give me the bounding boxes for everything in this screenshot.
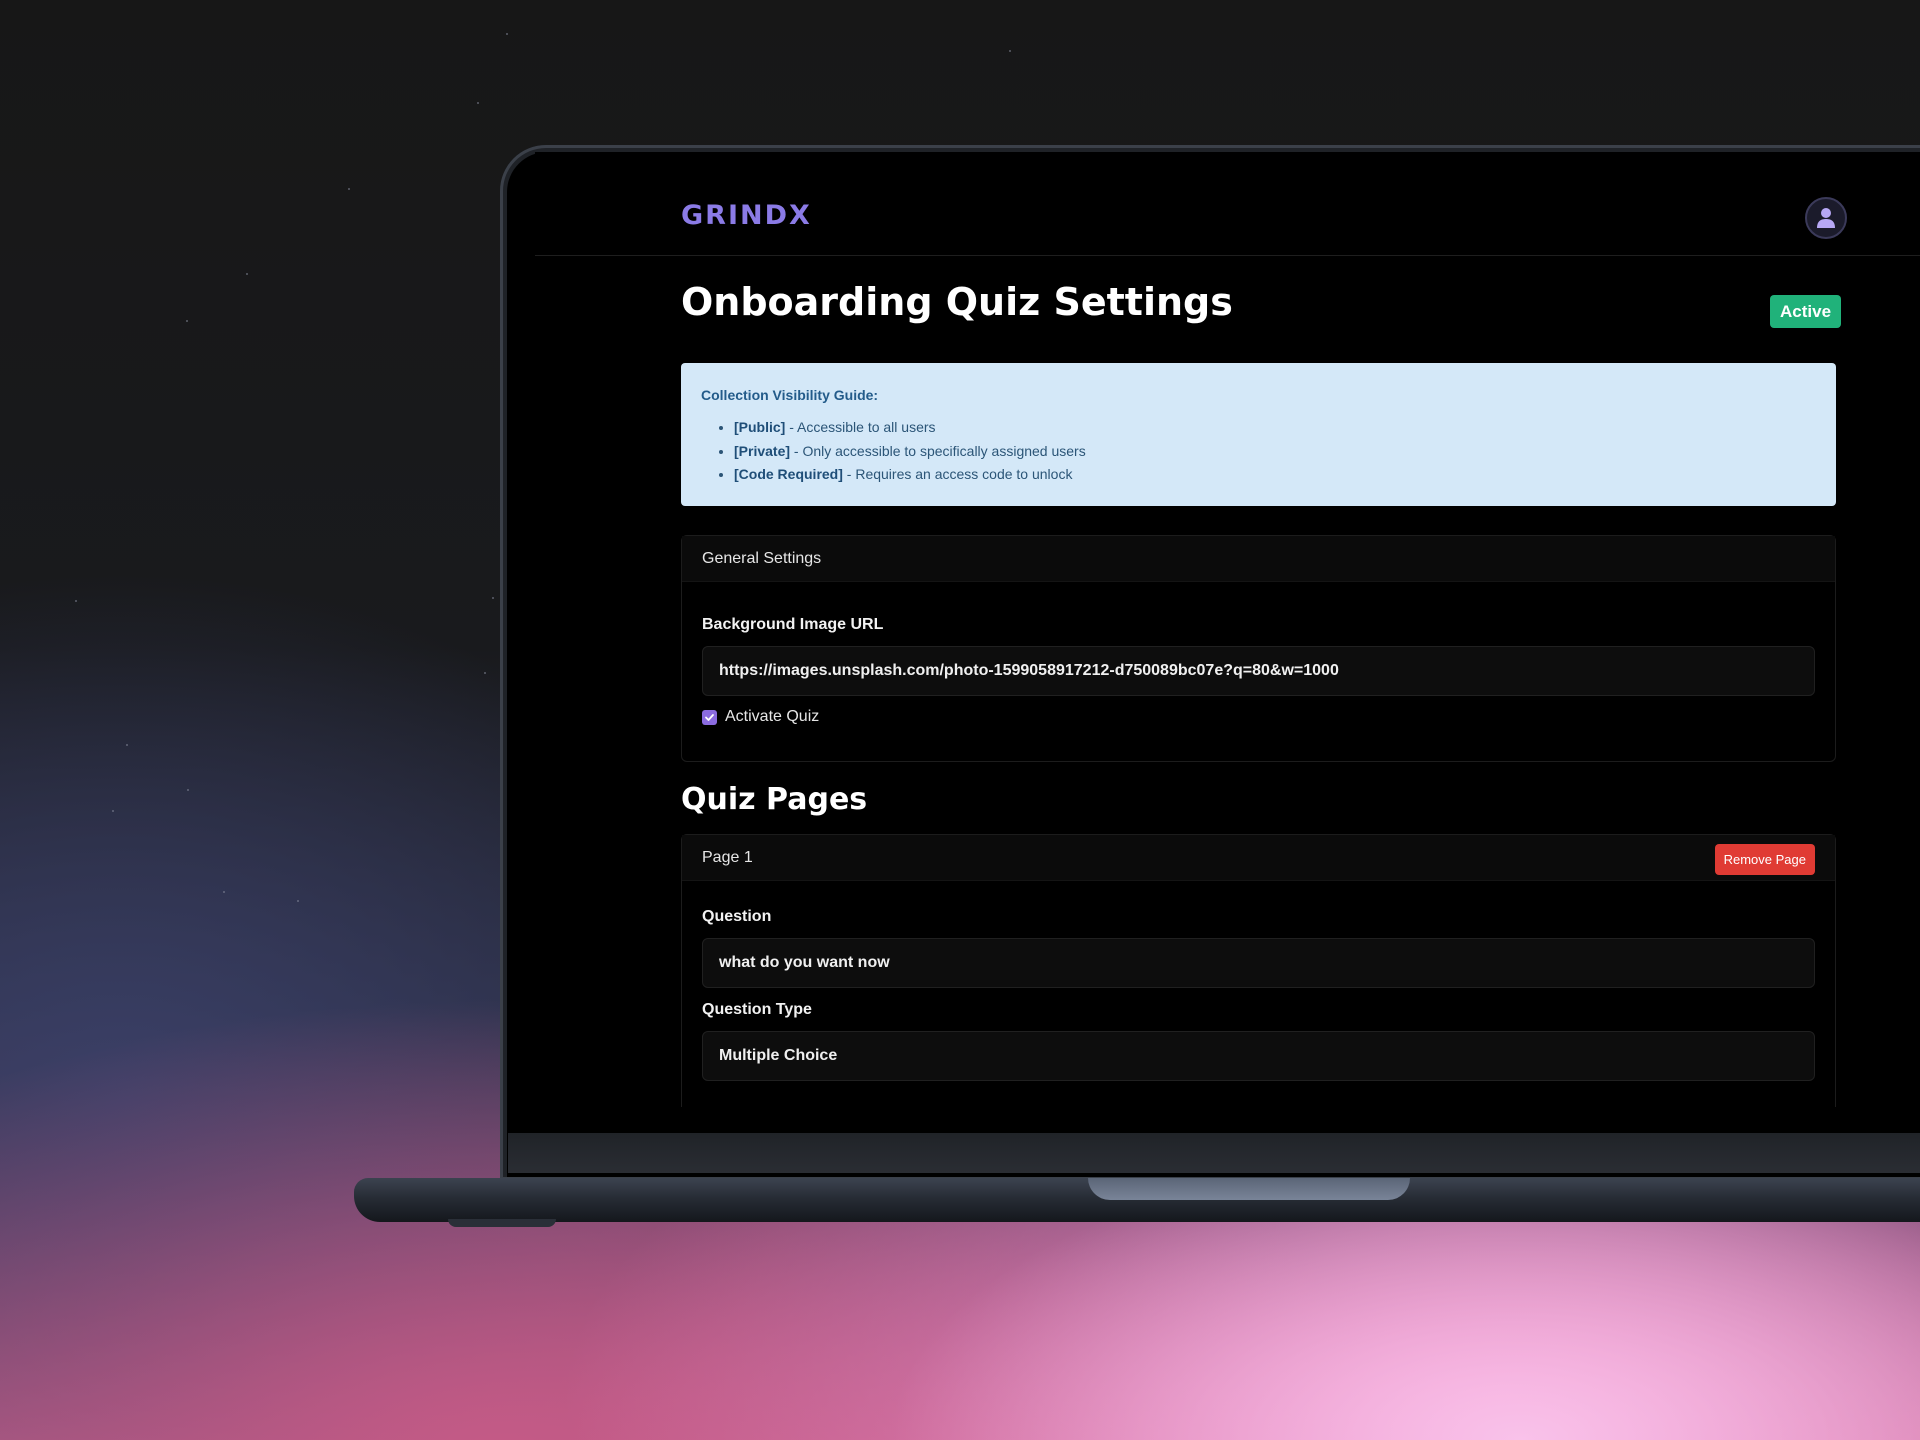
- background-url-label: Background Image URL: [702, 616, 884, 633]
- quiz-page-title: Page 1: [702, 849, 753, 866]
- visibility-guide: Collection Visibility Guide: [Public] - …: [681, 363, 1836, 506]
- star: [187, 789, 189, 791]
- quiz-pages-title: Quiz Pages: [681, 782, 868, 817]
- checkmark-icon: [705, 713, 714, 721]
- activate-quiz-row[interactable]: Activate Quiz: [702, 708, 819, 726]
- quiz-page-card: Page 1 Remove Page Question what do you …: [681, 834, 1836, 1107]
- guide-item-code-required: [Code Required] - Requires an access cod…: [734, 463, 1816, 487]
- star: [477, 102, 479, 104]
- star: [223, 891, 225, 893]
- guide-item-text: - Accessible to all users: [785, 419, 936, 435]
- activate-quiz-checkbox[interactable]: [702, 709, 717, 725]
- guide-item-tag: [Private]: [734, 442, 791, 459]
- star: [492, 597, 494, 599]
- question-type-label: Question Type: [702, 1001, 812, 1018]
- guide-item-text: - Only accessible to specifically assign…: [790, 442, 1086, 459]
- app-screen: GRINDX Onboarding Quiz Settings Active C…: [535, 152, 1920, 1107]
- guide-item-tag: [Code Required]: [734, 466, 843, 482]
- navbar: GRINDX: [535, 152, 1920, 256]
- guide-item-public: [Public] - Accessible to all users: [734, 416, 1816, 440]
- card-title: General Settings: [702, 550, 822, 567]
- background-url-input[interactable]: https://images.unsplash.com/photo-159905…: [702, 646, 1815, 696]
- question-type-select[interactable]: Multiple Choice: [702, 1031, 1815, 1081]
- app-logo[interactable]: GRINDX: [681, 200, 812, 231]
- laptop-foot: [448, 1219, 556, 1227]
- question-label: Question: [702, 908, 772, 925]
- guide-title: Collection Visibility Guide:: [701, 387, 879, 403]
- guide-item-tag: [Public]: [734, 419, 786, 435]
- question-input[interactable]: what do you want now: [702, 938, 1815, 988]
- user-icon: [1817, 208, 1835, 228]
- laptop-hinge: [508, 1133, 1920, 1173]
- star: [112, 810, 114, 812]
- star: [186, 320, 188, 322]
- star: [1009, 50, 1011, 52]
- star: [75, 600, 77, 602]
- star: [506, 33, 508, 35]
- general-settings-header: General Settings: [682, 536, 1835, 582]
- general-settings-card: General Settings Background Image URL ht…: [681, 535, 1836, 762]
- user-avatar-button[interactable]: [1805, 197, 1847, 239]
- guide-list: [Public] - Accessible to all users [Priv…: [701, 416, 1816, 487]
- laptop-notch: [1088, 1178, 1410, 1200]
- guide-item-private: [Private] - Only accessible to specifica…: [734, 440, 1816, 464]
- star: [126, 744, 128, 746]
- page-title: Onboarding Quiz Settings: [681, 280, 1233, 324]
- star: [348, 188, 350, 190]
- star: [297, 900, 299, 902]
- status-badge: Active: [1770, 295, 1842, 328]
- star: [484, 672, 486, 674]
- quiz-page-header: Page 1 Remove Page: [682, 835, 1835, 881]
- remove-page-button[interactable]: Remove Page: [1714, 844, 1815, 875]
- activate-quiz-label: Activate Quiz: [725, 708, 820, 725]
- star: [246, 273, 248, 275]
- guide-item-text: - Requires an access code to unlock: [842, 466, 1073, 482]
